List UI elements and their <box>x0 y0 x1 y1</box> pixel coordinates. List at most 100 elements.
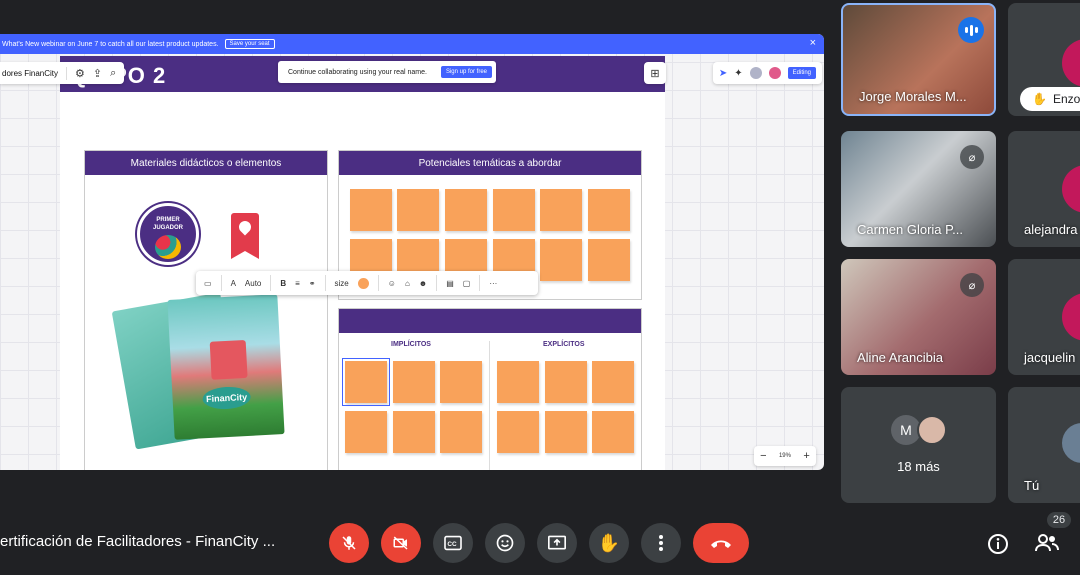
map-pin-icon <box>231 213 259 259</box>
sticky-note[interactable] <box>545 361 587 403</box>
color-picker[interactable] <box>357 277 369 289</box>
sticky-context-toolbar: ▭ A Auto B ≡ ⚭ size ☺ ⌂ ☻ ▤ ▢ ··· <box>196 271 538 295</box>
export-icon[interactable]: ⇪ <box>93 67 102 80</box>
avatar <box>1062 423 1080 463</box>
size-label[interactable]: size <box>335 279 349 288</box>
participant-tile[interactable]: ✋ Enzo <box>1008 3 1080 116</box>
sticky-note[interactable] <box>393 361 435 403</box>
implicit-column-label: IMPLÍCITOS <box>391 341 431 348</box>
topics-panel-title: Potenciales temáticas a abordar <box>339 151 641 175</box>
avatar[interactable] <box>768 67 781 79</box>
camera-toggle-button[interactable] <box>381 523 421 563</box>
speaking-indicator-icon <box>958 17 984 43</box>
reactions-button[interactable] <box>485 523 525 563</box>
card-icon[interactable]: ▤ <box>446 279 454 288</box>
participant-tile[interactable]: alejandra <box>1008 131 1080 247</box>
sign-up-button[interactable]: Sign up for free <box>440 66 492 78</box>
sticky-note[interactable] <box>440 411 482 453</box>
mic-toggle-button[interactable] <box>329 523 369 563</box>
reaction-icon[interactable]: ✦ <box>734 68 742 79</box>
mic-off-icon: ⌀ <box>960 145 984 169</box>
present-button[interactable] <box>537 523 577 563</box>
sticky-note[interactable] <box>440 361 482 403</box>
avatar <box>1062 39 1080 87</box>
sticky-note[interactable] <box>588 189 630 231</box>
sticky-note[interactable] <box>497 361 539 403</box>
people-button[interactable] <box>1034 532 1060 559</box>
collaboration-toolbar: ➤ ✦ Editing <box>712 62 822 84</box>
implicit-explicit-panel: IMPLÍCITOS EXPLÍCITOS <box>338 308 642 470</box>
sticky-note[interactable] <box>445 189 487 231</box>
avatar[interactable] <box>749 67 762 79</box>
sticky-note[interactable] <box>493 189 535 231</box>
participant-name: Tú <box>1024 478 1040 493</box>
participant-name: Aline Arancibia <box>857 350 943 365</box>
editing-mode-button[interactable]: Editing <box>787 67 816 79</box>
more-options-button[interactable] <box>641 523 681 563</box>
more-icon[interactable]: ··· <box>489 279 497 288</box>
sticky-note-selected[interactable] <box>342 358 390 406</box>
raised-hand-chip: ✋ Enzo <box>1020 87 1080 111</box>
participant-tile[interactable]: ⌀ Carmen Gloria P... <box>841 131 996 247</box>
explicit-column-label: EXPLÍCITOS <box>543 341 585 348</box>
more-vert-icon <box>659 535 663 551</box>
sticky-note[interactable] <box>350 189 392 231</box>
sticky-type-icon[interactable]: ▭ <box>204 279 212 288</box>
leave-call-button[interactable] <box>693 523 749 563</box>
emoji-icon[interactable]: ☻ <box>419 279 427 288</box>
sticky-note[interactable] <box>497 411 539 453</box>
participant-tile[interactable]: jacquelin <box>1008 259 1080 375</box>
materials-panel: Materiales didácticos o elementos PRIMER… <box>84 150 328 470</box>
sticky-note[interactable] <box>540 239 582 281</box>
house-icon <box>209 339 248 380</box>
participant-tile[interactable]: Jorge Morales M... <box>841 3 996 116</box>
link-icon[interactable]: ⚭ <box>309 279 316 288</box>
search-icon[interactable]: ⌕ <box>110 67 116 80</box>
zoom-control: − 19% + <box>754 446 816 466</box>
close-icon[interactable]: × <box>810 37 816 49</box>
assign-icon[interactable]: ☺ <box>388 279 396 288</box>
cursor-icon[interactable]: ➤ <box>719 68 727 79</box>
board-name-bar: dores FinanCity ⚙ ⇪ ⌕ <box>0 62 125 84</box>
sticky-note[interactable] <box>345 411 387 453</box>
avatar <box>917 415 947 445</box>
bold-icon[interactable]: B <box>280 279 286 288</box>
apps-grid-icon[interactable]: ⊞ <box>644 62 666 84</box>
align-icon[interactable]: ≡ <box>295 279 300 288</box>
sticky-note[interactable] <box>393 411 435 453</box>
meeting-info-button[interactable] <box>986 532 1010 561</box>
mic-off-icon <box>342 536 356 550</box>
board-frame: QUIPO 2 Materiales didácticos o elemento… <box>60 56 665 470</box>
book-cover-front: FinanCity <box>167 294 285 440</box>
board-name[interactable]: dores FinanCity <box>2 69 58 78</box>
badge-text: PRIMER JUGADOR <box>152 217 183 231</box>
gear-icon[interactable]: ⚙ <box>75 67 85 80</box>
raise-hand-button[interactable]: ✋ <box>589 523 629 563</box>
hang-up-icon <box>711 540 731 548</box>
sticky-note[interactable] <box>397 189 439 231</box>
meeting-title: ertificación de Facilitadores - FinanCit… <box>0 533 276 550</box>
sticky-note[interactable] <box>588 239 630 281</box>
participant-tile[interactable]: ⌀ Aline Arancibia <box>841 259 996 375</box>
font-size-select[interactable]: Auto <box>245 279 261 288</box>
save-seat-button[interactable]: Save your seat <box>224 39 275 49</box>
captions-button[interactable]: CC <box>433 523 473 563</box>
zoom-out-button[interactable]: − <box>760 450 766 462</box>
financity-logo-icon <box>155 235 181 259</box>
sticky-note[interactable] <box>592 361 634 403</box>
camera-off-icon <box>393 536 408 550</box>
tag-icon[interactable]: ⌂ <box>405 279 410 288</box>
font-icon[interactable]: A <box>231 279 236 288</box>
shared-screen: What's New webinar on June 7 to catch al… <box>0 34 824 470</box>
sticky-note[interactable] <box>540 189 582 231</box>
sticky-note[interactable] <box>545 411 587 453</box>
collab-prompt-text: Continue collaborating using your real n… <box>288 68 427 76</box>
column-divider <box>489 341 490 470</box>
sticky-note[interactable] <box>592 411 634 453</box>
participant-name: Jorge Morales M... <box>859 89 967 104</box>
zoom-in-button[interactable]: + <box>803 450 809 462</box>
others-tile[interactable]: M 18 más <box>841 387 996 503</box>
zoom-level[interactable]: 19% <box>779 453 791 459</box>
comment-icon[interactable]: ▢ <box>463 279 471 288</box>
self-tile[interactable]: Tú <box>1008 387 1080 503</box>
